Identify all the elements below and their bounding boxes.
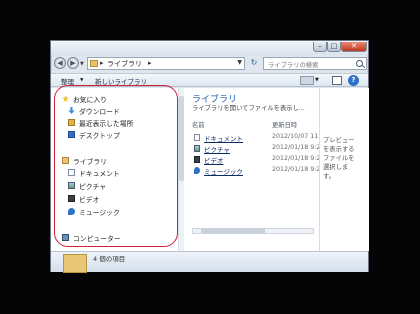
library-folder-icon bbox=[63, 254, 87, 273]
item-date: 2012/01/18 9:27 bbox=[272, 144, 325, 151]
title-bar[interactable]: – □ ✕ bbox=[51, 41, 368, 55]
music-icon bbox=[194, 167, 200, 174]
item-count: 4 個の項目 bbox=[93, 255, 126, 263]
item-name[interactable]: ミュージック bbox=[204, 166, 243, 176]
help-button[interactable]: ? bbox=[348, 75, 359, 86]
list-item[interactable]: ドキュメント 2012/10/07 11:46 bbox=[184, 133, 328, 143]
recent-pages-chevron-icon[interactable]: ▼ bbox=[80, 61, 84, 67]
forward-button[interactable]: ▶ bbox=[67, 57, 79, 69]
change-view-button[interactable] bbox=[300, 76, 314, 85]
library-folder-icon bbox=[90, 60, 98, 67]
item-name[interactable]: ビデオ bbox=[204, 155, 224, 165]
view-options-chevron-down-icon[interactable]: ▼ bbox=[315, 77, 319, 83]
preview-line: プレビュー bbox=[323, 137, 355, 144]
item-name[interactable]: ドキュメント bbox=[204, 133, 243, 143]
maximize-button[interactable]: □ bbox=[327, 42, 341, 52]
column-header-name[interactable]: 名前 bbox=[192, 120, 205, 129]
address-row: ◀ ▶ ▼ ▸ ライブラリ ▸ ▼ ↻ ライブラリの検索 bbox=[51, 55, 368, 72]
preview-line: 選択しま bbox=[323, 164, 349, 171]
item-name[interactable]: ピクチャ bbox=[204, 144, 230, 154]
breadcrumb-separator[interactable]: ▸ bbox=[100, 59, 104, 67]
search-placeholder: ライブラリの検索 bbox=[268, 62, 319, 69]
videos-icon bbox=[194, 156, 200, 163]
list-item[interactable]: ビデオ 2012/01/18 9:27 bbox=[184, 155, 324, 165]
documents-icon bbox=[194, 134, 200, 141]
minimize-button[interactable]: – bbox=[313, 42, 327, 52]
search-input[interactable]: ライブラリの検索 bbox=[263, 57, 367, 70]
preview-message: プレビュー を表示する ファイルを 選択しま す。 bbox=[323, 136, 354, 181]
item-date: 2012/01/18 9:27 bbox=[272, 155, 325, 162]
search-icon[interactable] bbox=[356, 60, 363, 67]
address-dropdown-chevron-icon[interactable]: ▼ bbox=[237, 59, 242, 66]
item-date: 2012/01/18 9:27 bbox=[272, 166, 325, 173]
annotation-highlight bbox=[54, 85, 178, 247]
preview-pane-button[interactable] bbox=[332, 76, 342, 85]
file-list-pane: ライブラリ ライブラリを開いてファイルを表示し... 名前 更新日時 ドキュメン… bbox=[184, 88, 328, 251]
back-button[interactable]: ◀ bbox=[54, 57, 66, 69]
organize-chevron-down-icon[interactable]: ▼ bbox=[80, 78, 83, 83]
column-header-date-modified[interactable]: 更新日時 bbox=[272, 120, 297, 129]
refresh-button[interactable]: ↻ bbox=[248, 57, 260, 70]
list-item[interactable]: ピクチャ 2012/01/18 9:27 bbox=[184, 144, 324, 154]
list-item[interactable]: ミュージック 2012/01/18 9:27 bbox=[184, 166, 324, 176]
details-pane: 4 個の項目 bbox=[51, 251, 368, 273]
preview-pane: プレビュー を表示する ファイルを 選択しま す。 bbox=[319, 88, 369, 251]
preview-line: ファイルを bbox=[323, 155, 355, 162]
breadcrumb-separator-2[interactable]: ▸ bbox=[148, 59, 152, 67]
breadcrumb-libraries[interactable]: ライブラリ bbox=[107, 59, 142, 69]
pictures-icon bbox=[194, 145, 200, 152]
scrollbar-thumb[interactable] bbox=[201, 229, 265, 233]
horizontal-scrollbar[interactable] bbox=[192, 228, 314, 234]
page-subtitle: ライブラリを開いてファイルを表示し... bbox=[192, 105, 305, 112]
address-bar[interactable]: ▸ ライブラリ ▸ ▼ bbox=[87, 57, 245, 70]
close-button[interactable]: ✕ bbox=[341, 42, 367, 52]
preview-line: を表示する bbox=[323, 146, 355, 153]
preview-line: す。 bbox=[323, 173, 335, 180]
